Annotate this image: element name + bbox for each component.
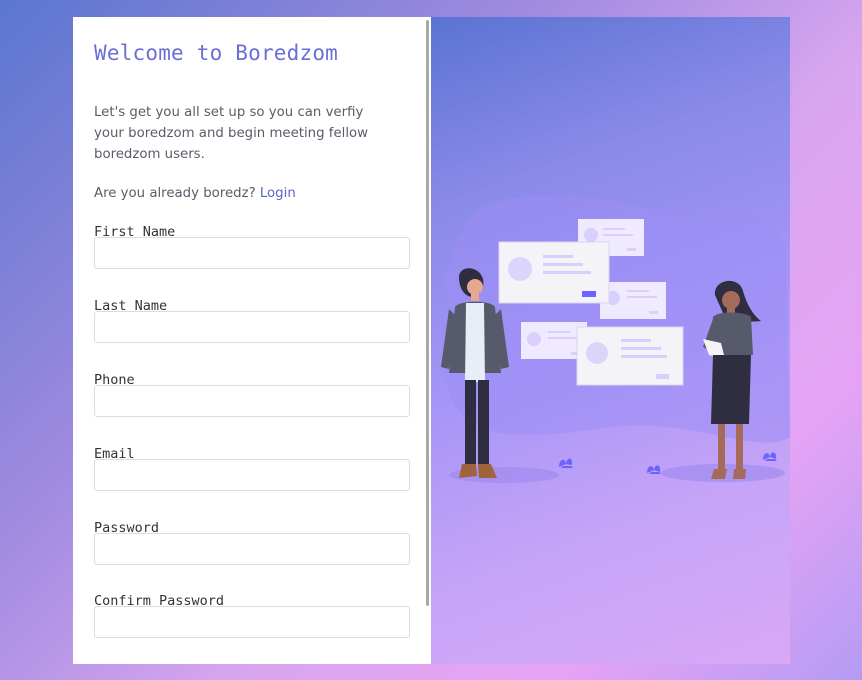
intro-text: Let's get you all set up so you can verf… (94, 105, 369, 162)
signup-form-panel: Welcome to Boredzom Let's get you all se… (73, 17, 431, 664)
phone-field[interactable] (94, 385, 410, 417)
first-name-field[interactable] (94, 237, 410, 269)
password-field[interactable] (94, 533, 410, 565)
signup-card: Welcome to Boredzom Let's get you all se… (73, 17, 790, 664)
last-name-field[interactable] (94, 311, 410, 343)
plant-sprout-2 (647, 465, 661, 474)
login-prompt: Are you already boredz? Login (94, 186, 296, 201)
login-link[interactable]: Login (260, 186, 296, 201)
people-networking-illustration (440, 195, 790, 483)
plant-sprout-3 (763, 452, 777, 461)
plant-sprout-1 (559, 458, 573, 468)
page-title: Welcome to Boredzom (94, 41, 339, 65)
email-field[interactable] (94, 459, 410, 491)
confirm-password-field[interactable] (94, 606, 410, 638)
profile-card-mid-right (600, 282, 666, 319)
form-scrollbar[interactable] (426, 20, 429, 606)
profile-card-main (498, 241, 610, 304)
login-prompt-text: Are you already boredz? (94, 186, 256, 201)
illustration-panel (431, 17, 790, 664)
profile-card-bottom (576, 326, 684, 386)
